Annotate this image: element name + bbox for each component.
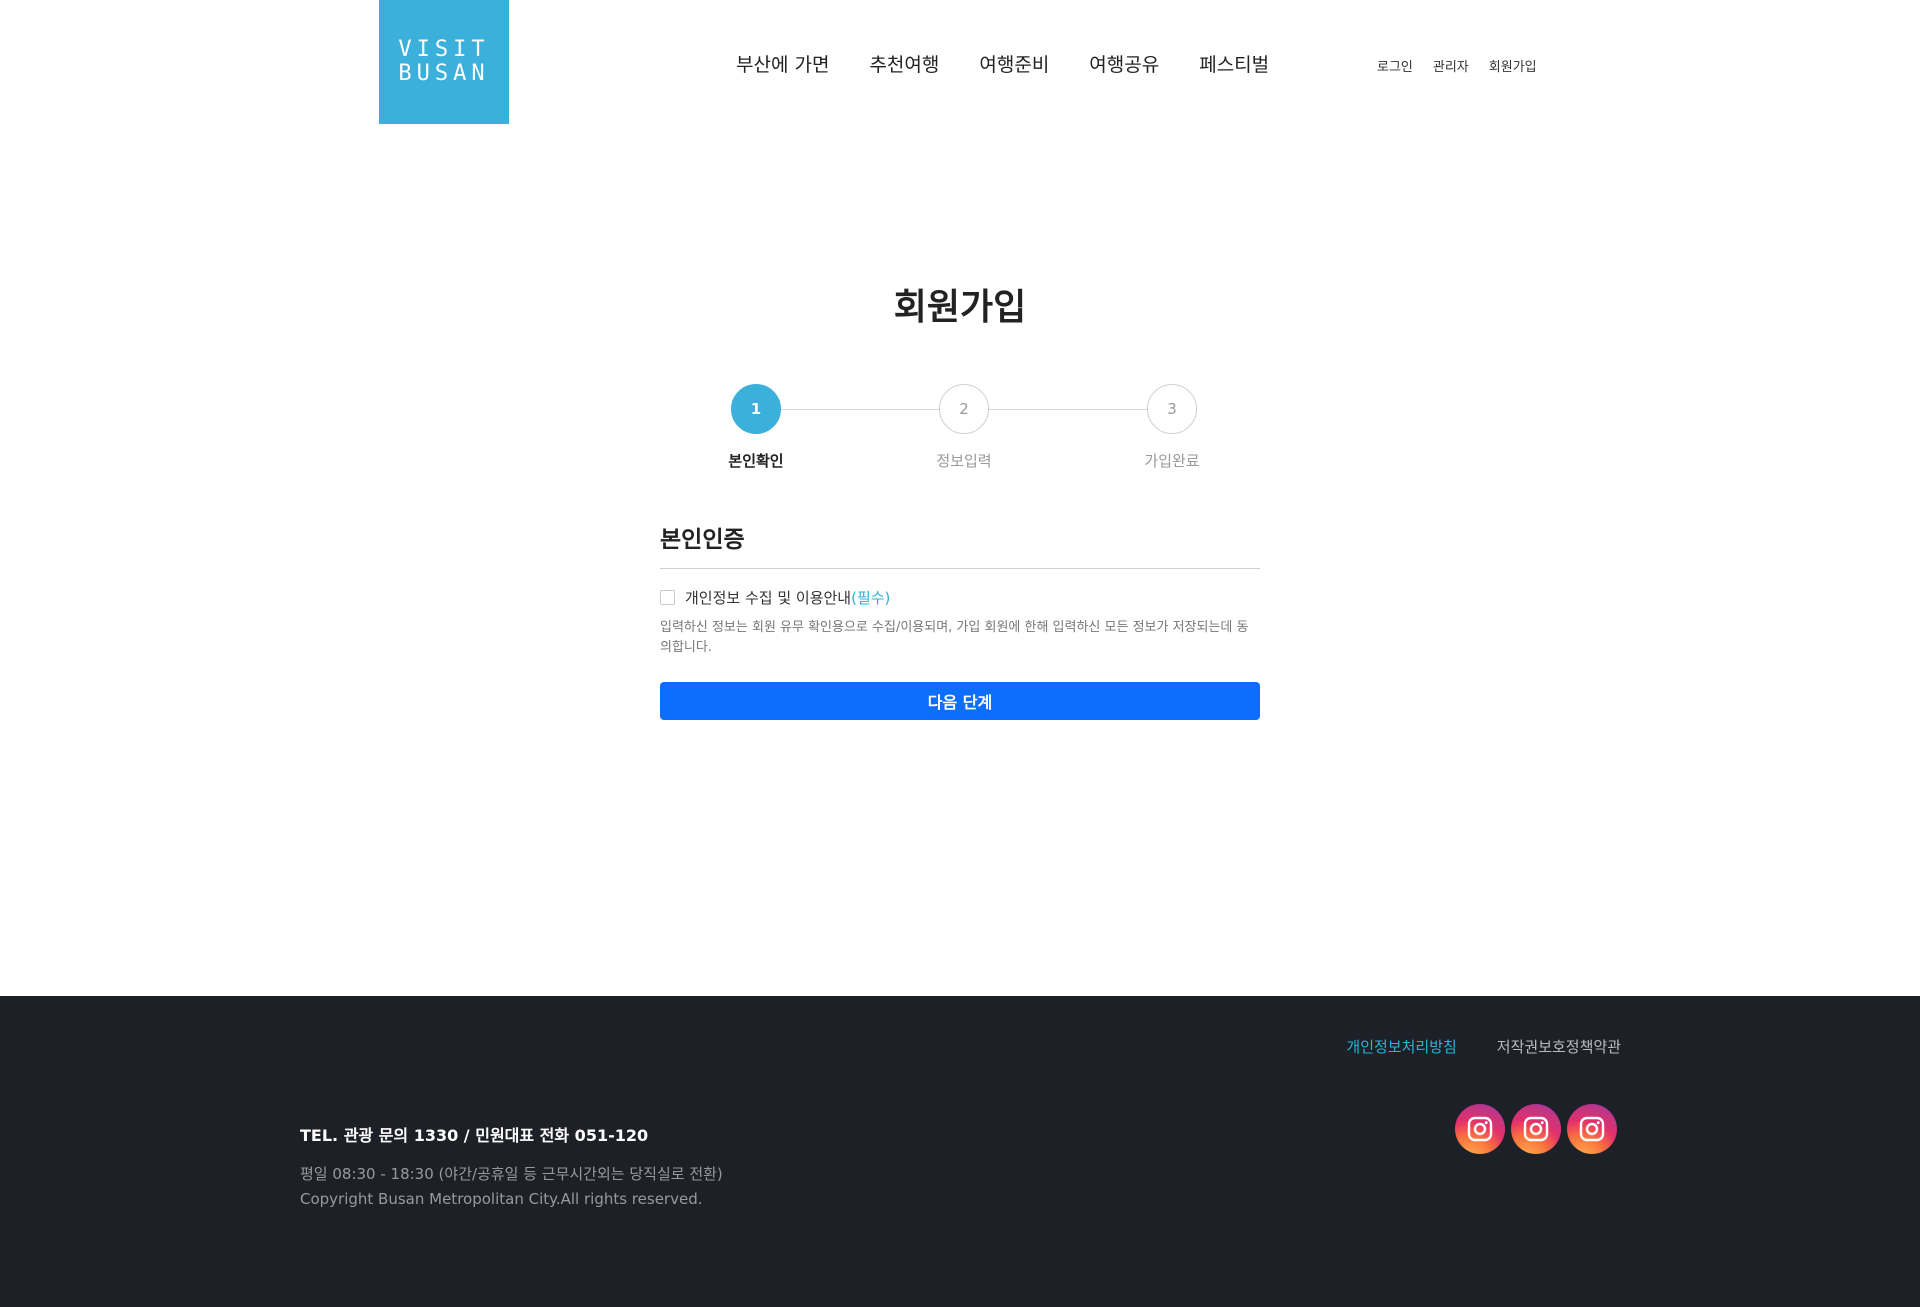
next-step-button[interactable]: 다음 단계 [660, 682, 1260, 720]
signup-steps: 1 본인확인 2 정보입력 3 가입완료 [0, 384, 1920, 484]
utility-menu: 로그인 관리자 회원가입 [1377, 56, 1537, 75]
footer-hours-text: 평일 08:30 - 18:30 (야간/공휴일 등 근무시간외는 당직실로 전… [300, 1165, 723, 1183]
site-footer: 개인정보처리방침 저작권보호정책약관 TEL. 관광 문의 1330 / 민원대… [0, 996, 1920, 1307]
step-1-circle: 1 [731, 384, 781, 434]
footer-hours: 평일 08:30 - 18:30 (야간/공휴일 등 근무시간외는 당직실로 전… [300, 1162, 723, 1212]
login-link[interactable]: 로그인 [1377, 56, 1413, 75]
visit-busan-logo[interactable]: VISIT BUSAN [379, 0, 509, 124]
privacy-agree-checkbox[interactable] [660, 590, 675, 605]
copyright-policy-link[interactable]: 저작권보호정책약관 [1497, 1036, 1621, 1057]
step-3-label: 가입완료 [1144, 452, 1200, 470]
privacy-agree-row: 개인정보 수집 및 이용안내 (필수) [660, 587, 1260, 608]
site-header: VISIT BUSAN 부산에 가면 추천여행 여행준비 여행공유 페스티벌 로… [0, 0, 1920, 124]
page-title: 회원가입 [893, 287, 1027, 328]
step-2-label: 정보입력 [936, 452, 992, 470]
footer-info: TEL. 관광 문의 1330 / 민원대표 전화 051-120 평일 08:… [300, 1122, 723, 1212]
step-3-circle: 3 [1147, 384, 1197, 434]
main-navigation: 부산에 가면 추천여행 여행준비 여행공유 페스티벌 [736, 50, 1269, 77]
nav-item-travel-prep[interactable]: 여행준비 [979, 50, 1049, 77]
nav-item-recommended-travel[interactable]: 추천여행 [869, 50, 939, 77]
nav-item-festival[interactable]: 페스티벌 [1199, 50, 1269, 77]
privacy-agree-label[interactable]: 개인정보 수집 및 이용안내 [685, 587, 851, 608]
required-mark: (필수) [851, 589, 891, 607]
identity-verification-section: 본인인증 개인정보 수집 및 이용안내 (필수) 입력하신 정보는 회원 유무 … [660, 520, 1260, 720]
instagram-icon[interactable] [1455, 1104, 1505, 1154]
instagram-icon[interactable] [1567, 1104, 1617, 1154]
section-title: 본인인증 [660, 520, 1260, 569]
step-2: 2 정보입력 [904, 384, 1024, 471]
footer-copyright: Copyright Busan Metropolitan City.All ri… [300, 1190, 703, 1208]
step-3: 3 가입완료 [1112, 384, 1232, 471]
step-1-label: 본인확인 [728, 452, 784, 470]
instagram-icon[interactable] [1511, 1104, 1561, 1154]
step-1: 1 본인확인 [696, 384, 816, 471]
logo-text-busan: BUSAN [398, 61, 490, 86]
nav-item-busan[interactable]: 부산에 가면 [736, 50, 829, 77]
logo-text-visit: VISIT [398, 37, 490, 62]
step-2-circle: 2 [939, 384, 989, 434]
sns-links [1455, 1104, 1617, 1154]
footer-tel: TEL. 관광 문의 1330 / 민원대표 전화 051-120 [300, 1126, 649, 1145]
privacy-policy-link[interactable]: 개인정보처리방침 [1346, 1036, 1456, 1057]
signup-link[interactable]: 회원가입 [1489, 56, 1537, 75]
nav-item-travel-share[interactable]: 여행공유 [1089, 50, 1159, 77]
admin-link[interactable]: 관리자 [1433, 56, 1469, 75]
footer-links: 개인정보처리방침 저작권보호정책약관 [1346, 1036, 1621, 1057]
privacy-agree-description: 입력하신 정보는 회원 유무 확인용으로 수집/이용되며, 가입 회원에 한해 … [660, 620, 1249, 655]
